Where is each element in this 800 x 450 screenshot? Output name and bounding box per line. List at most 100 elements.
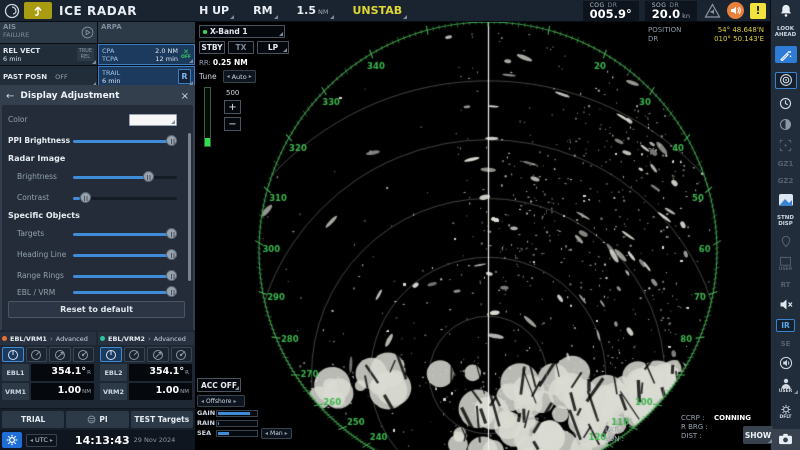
timezone-stepper[interactable]: ◂ UTC ▸ xyxy=(26,434,57,447)
notifications-button[interactable] xyxy=(773,3,799,18)
ebl2-mode-anchor-button[interactable] xyxy=(171,347,193,362)
ebl2-mode-center-button[interactable] xyxy=(100,347,122,362)
transceiver-panel: X-Band 1 STBY TX LP RR:0.25 NM Tune ◂ Au… xyxy=(199,25,299,83)
ebl2-mode-offset-button[interactable] xyxy=(124,347,146,362)
guard-zone-1-button[interactable]: GZ1 xyxy=(773,160,799,168)
increase-button[interactable]: + xyxy=(224,100,241,114)
area-mode-stepper[interactable]: ◂ Offshore ▸ xyxy=(197,395,245,407)
cpa-tcpa-cell[interactable]: CPA2.0 NM TCPA12 min ✕ OFF xyxy=(98,44,195,65)
vrm2-button[interactable]: VRM2 xyxy=(100,383,127,400)
ebl1-mode-offset-button[interactable] xyxy=(26,347,48,362)
timer-button[interactable] xyxy=(773,97,799,110)
default-settings-button[interactable]: DFLT xyxy=(773,404,799,421)
color-swatch[interactable] xyxy=(129,114,177,126)
ir-button[interactable]: IR xyxy=(773,319,799,332)
menu-up-button[interactable] xyxy=(24,2,52,19)
day-night-button[interactable] xyxy=(773,118,799,131)
ebl1-mode-center-button[interactable] xyxy=(2,347,24,362)
guard-zone-2-button[interactable]: GZ2 xyxy=(773,177,799,185)
trail-time: 6 min xyxy=(102,77,178,85)
ebl-slider[interactable] xyxy=(73,286,177,298)
user-profile-button[interactable]: USER xyxy=(773,378,799,395)
past-posn-cell[interactable]: PAST POSN OFF xyxy=(0,66,97,87)
pi-button[interactable]: PI xyxy=(66,411,128,428)
targets-slider[interactable] xyxy=(73,228,177,240)
tx-button[interactable]: TX xyxy=(228,41,254,54)
clock-bar: ◂ UTC ▸ 14:13:43 29 Nov 2024 xyxy=(0,430,195,450)
ebl1-button[interactable]: EBL1 xyxy=(2,364,29,381)
ebl-vrm1-header[interactable]: EBL/VRM1 › Advanced xyxy=(0,332,96,345)
trail-cell[interactable]: TRAIL 6 min R xyxy=(98,66,195,87)
pulse-length-button[interactable]: LP xyxy=(257,41,289,54)
reset-to-default-button[interactable]: Reset to default xyxy=(8,301,185,318)
arpa-cell[interactable]: ARPA xyxy=(98,22,195,43)
ebl2-row: EBL2 354.1°R xyxy=(98,364,194,381)
close-button[interactable]: × xyxy=(181,91,189,102)
timezone-value: UTC xyxy=(35,436,48,444)
panel-scrollbar[interactable] xyxy=(188,133,191,281)
brightness-slider[interactable] xyxy=(73,171,177,183)
show-button[interactable]: SHOW xyxy=(743,426,773,444)
sea-bar[interactable] xyxy=(216,430,258,437)
cpa-off-label: OFF xyxy=(181,55,191,60)
rt-button[interactable]: RT xyxy=(773,281,799,289)
clutter-panel: ACC OFF ◂ Offshore ▸ GAIN RAIN SEA ◂ Man xyxy=(197,378,297,437)
half-circle-icon xyxy=(779,118,792,131)
gain-bar[interactable] xyxy=(216,410,258,417)
alarm-mute-button[interactable] xyxy=(703,2,721,20)
trial-button[interactable]: TRIAL xyxy=(2,411,64,428)
target-rings-button[interactable] xyxy=(773,72,799,89)
band-select-dropdown[interactable]: X-Band 1 xyxy=(199,25,285,38)
cog-readout: COGDR 005.9° xyxy=(583,1,639,21)
look-ahead-button[interactable] xyxy=(773,46,799,63)
heading-line-slider[interactable] xyxy=(73,249,177,261)
map-pin-button[interactable] xyxy=(773,235,799,248)
vrm1-value-box[interactable]: 1.00NM xyxy=(31,383,94,400)
specific-objects-section: Specific Objects xyxy=(8,208,185,223)
cpa-alarm-off-toggle[interactable]: ✕ OFF xyxy=(181,49,191,60)
ebl-vrm1-advanced-link[interactable]: Advanced xyxy=(56,335,88,343)
audio-alert-button[interactable] xyxy=(727,2,744,19)
rain-bar[interactable] xyxy=(216,420,258,427)
contrast-slider[interactable] xyxy=(73,192,177,204)
tx-mode-row: STBY TX LP xyxy=(199,41,299,54)
decrease-button[interactable]: − xyxy=(224,117,241,131)
acc-button[interactable]: ACC OFF xyxy=(197,378,241,392)
settings-button[interactable] xyxy=(2,432,22,448)
audio-button[interactable] xyxy=(773,356,799,370)
ebl1-mode-drag-button[interactable] xyxy=(49,347,71,362)
rel-vect-cell[interactable]: REL VECT 6 min TRUE REL xyxy=(0,44,97,65)
trail-relative-button[interactable]: R xyxy=(178,69,191,84)
ebl1-mode-anchor-button[interactable] xyxy=(73,347,95,362)
ebl2-value-box[interactable]: 354.1°R xyxy=(129,364,192,381)
ebl-vrm2-advanced-link[interactable]: Advanced xyxy=(154,335,186,343)
orientation-button[interactable]: H UP xyxy=(195,2,235,20)
lp-label: LP xyxy=(268,43,278,52)
tune-mode-stepper[interactable]: ◂ Auto ▸ xyxy=(223,70,256,83)
vrm1-button[interactable]: VRM1 xyxy=(2,383,29,400)
back-button[interactable]: ← xyxy=(6,91,14,102)
vrm2-value-box[interactable]: 1.00NM xyxy=(129,383,192,400)
ais-play-icon[interactable] xyxy=(81,26,94,39)
acquire-target-button[interactable] xyxy=(773,139,799,152)
ebl2-button[interactable]: EBL2 xyxy=(100,364,127,381)
true-rel-toggle[interactable]: TRUE REL xyxy=(77,48,94,61)
ppi-brightness-slider[interactable] xyxy=(73,135,177,147)
ebl2-mode-drag-button[interactable] xyxy=(147,347,169,362)
motion-mode-button[interactable]: RM xyxy=(249,2,278,20)
app-title: ICE RADAR xyxy=(59,4,137,18)
display-preset-button[interactable] xyxy=(773,193,799,207)
ebl1-value-box[interactable]: 354.1°R xyxy=(31,364,94,381)
range-button[interactable]: 1.5NM xyxy=(293,2,335,20)
test-targets-button[interactable]: TEST Targets xyxy=(131,411,193,428)
stby-button[interactable]: STBY xyxy=(199,41,225,54)
ebl-vrm2-header[interactable]: EBL/VRM2 › Advanced xyxy=(98,332,194,345)
range-rings-slider[interactable] xyxy=(73,270,177,282)
stabilization-button[interactable]: UNSTAB xyxy=(349,2,409,20)
se-button[interactable]: SE xyxy=(773,340,799,348)
speaker-mute-button[interactable] xyxy=(773,298,799,311)
user-book-button[interactable]: USER xyxy=(773,256,799,273)
screenshot-button[interactable] xyxy=(771,429,800,450)
warning-button[interactable]: ! xyxy=(750,3,766,19)
sea-mode-stepper[interactable]: ◂ Man ▸ xyxy=(261,428,292,439)
